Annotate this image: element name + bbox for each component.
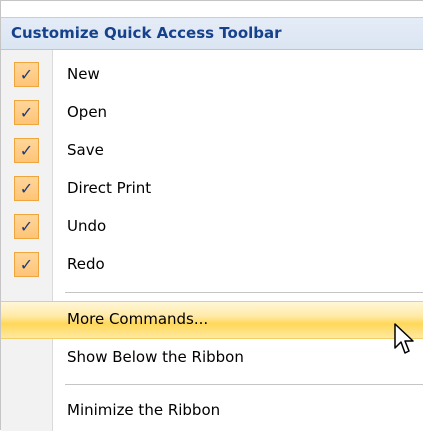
checkmark-icon: ✓ bbox=[19, 179, 34, 198]
menu-header: Customize Quick Access Toolbar bbox=[1, 17, 423, 50]
menu-item-label: Undo bbox=[67, 217, 107, 235]
menu-item-label: Open bbox=[67, 103, 108, 121]
checkmark-box: ✓ bbox=[14, 138, 39, 163]
checkmark-icon: ✓ bbox=[19, 217, 34, 236]
menu-item-undo[interactable]: ✓ Undo bbox=[1, 208, 423, 246]
checkmark-icon: ✓ bbox=[19, 255, 34, 274]
menu-item-label: More Commands... bbox=[67, 310, 209, 328]
checkmark-icon: ✓ bbox=[19, 65, 34, 84]
checkmark-box: ✓ bbox=[14, 62, 39, 87]
menu-item-label: Minimize the Ribbon bbox=[67, 401, 221, 419]
customize-qat-menu: Customize Quick Access Toolbar ✓ New ✓ O… bbox=[0, 0, 423, 431]
menu-item-minimize-ribbon[interactable]: Minimize the Ribbon bbox=[1, 392, 423, 430]
menu-item-label: Direct Print bbox=[67, 179, 152, 197]
mouse-pointer-icon bbox=[394, 323, 414, 354]
menu-item-open[interactable]: ✓ Open bbox=[1, 94, 423, 132]
checkmark-icon: ✓ bbox=[19, 141, 34, 160]
checkmark-box: ✓ bbox=[14, 176, 39, 201]
menu-item-label: New bbox=[67, 65, 100, 83]
menu-item-redo[interactable]: ✓ Redo bbox=[1, 246, 423, 284]
checkmark-box: ✓ bbox=[14, 252, 39, 277]
menu-item-show-below-ribbon[interactable]: Show Below the Ribbon bbox=[1, 339, 423, 377]
menu-separator bbox=[65, 384, 423, 385]
checkmark-box: ✓ bbox=[14, 214, 39, 239]
menu-title: Customize Quick Access Toolbar bbox=[11, 24, 282, 42]
menu-item-new[interactable]: ✓ New bbox=[1, 56, 423, 94]
menu-item-label: Save bbox=[67, 141, 104, 159]
menu-item-direct-print[interactable]: ✓ Direct Print bbox=[1, 170, 423, 208]
menu-item-label: Redo bbox=[67, 255, 105, 273]
checkmark-icon: ✓ bbox=[19, 103, 34, 122]
menu-item-label: Show Below the Ribbon bbox=[67, 348, 244, 366]
menu-item-more-commands[interactable]: More Commands... bbox=[1, 301, 423, 339]
checkmark-box: ✓ bbox=[14, 100, 39, 125]
menu-separator bbox=[65, 292, 423, 293]
menu-item-save[interactable]: ✓ Save bbox=[1, 132, 423, 170]
